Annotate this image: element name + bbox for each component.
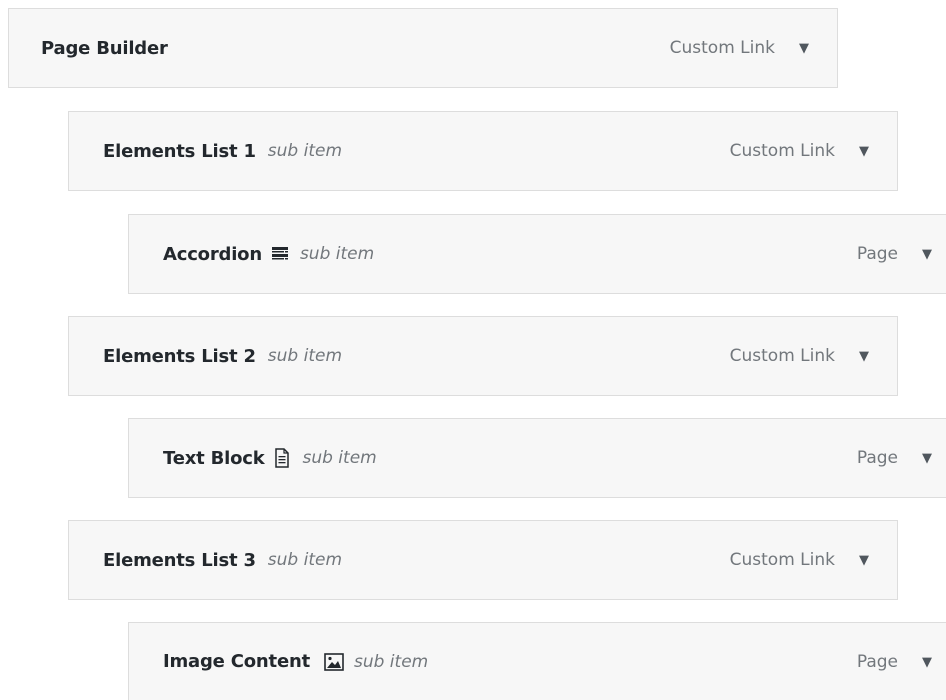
menu-item-page-builder[interactable]: Page Builder Custom Link ▼ [8,8,838,88]
menu-item-type: Page [856,448,898,468]
chevron-down-icon[interactable]: ▼ [922,452,932,465]
accordion-icon [270,244,290,264]
menu-item-sub-label: sub item [267,550,343,570]
chevron-down-icon[interactable]: ▼ [859,145,869,158]
menu-item-title: Page Builder [41,37,168,59]
menu-item-sub-label: sub item [302,448,377,468]
chevron-down-icon[interactable]: ▼ [922,248,932,261]
chevron-down-icon[interactable]: ▼ [859,554,869,567]
menu-item-type: Custom Link [669,38,775,58]
menu-item-title: Text Block [163,447,265,469]
menu-item-type: Page [856,652,898,672]
menu-item-type: Custom Link [729,550,835,570]
menu-item-accordion[interactable]: Accordion sub item Page ▼ [128,214,946,294]
menu-item-image-content[interactable]: Image Content sub item Page ▼ [128,622,946,700]
menu-item-elements-list-1[interactable]: Elements List 1 sub item Custom Link ▼ [68,111,898,191]
menu-item-sub-label: sub item [267,346,343,366]
chevron-down-icon[interactable]: ▼ [922,656,932,669]
menu-item-type: Page [856,244,898,264]
menu-item-sub-label: sub item [353,651,429,672]
menu-item-type: Custom Link [729,141,835,161]
document-icon [272,448,292,468]
chevron-down-icon[interactable]: ▼ [799,42,809,55]
menu-item-title: Image Content [163,651,310,672]
chevron-down-icon[interactable]: ▼ [859,350,869,363]
menu-item-title: Elements List 1 [103,140,256,162]
menu-item-sub-label: sub item [299,244,375,264]
menu-item-elements-list-3[interactable]: Elements List 3 sub item Custom Link ▼ [68,520,898,600]
menu-item-type: Custom Link [729,346,835,366]
menu-item-title: Accordion [163,243,262,265]
menu-item-title: Elements List 3 [103,549,256,571]
menu-item-text-block[interactable]: Text Block sub item Page ▼ [128,418,946,498]
menu-item-elements-list-2[interactable]: Elements List 2 sub item Custom Link ▼ [68,316,898,396]
image-icon [324,652,344,672]
menu-item-sub-label: sub item [267,141,343,161]
menu-structure: Page Builder Custom Link ▼ Elements List… [0,0,946,700]
menu-item-title: Elements List 2 [103,345,256,367]
